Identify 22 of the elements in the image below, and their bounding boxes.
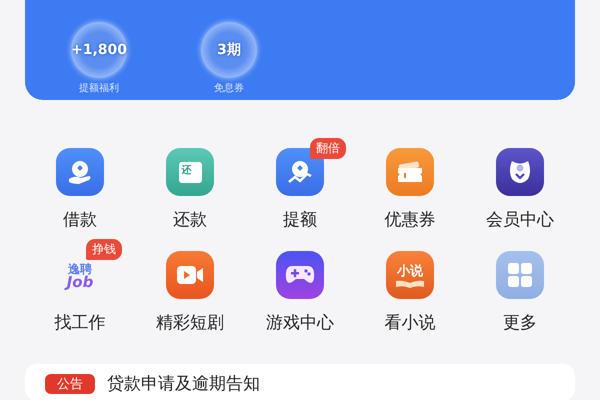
- notice-text[interactable]: 贷款申请及逾期告知: [107, 372, 260, 395]
- hand-coin-icon[interactable]: [56, 148, 104, 196]
- promo-badge: 翻倍: [310, 138, 346, 159]
- service-label[interactable]: 找工作: [54, 311, 106, 334]
- service-label[interactable]: 还款: [173, 208, 207, 231]
- service-label[interactable]: 优惠券: [384, 208, 436, 231]
- video-camera-icon[interactable]: [166, 251, 214, 299]
- perk-label: 免息券: [214, 82, 244, 95]
- job-logo[interactable]: 逸聘 Job: [56, 263, 104, 290]
- service-label[interactable]: 看小说: [384, 311, 436, 334]
- shield-icon[interactable]: [496, 148, 544, 196]
- gamepad-icon[interactable]: [276, 251, 324, 299]
- service-label[interactable]: 提额: [283, 208, 317, 231]
- perk-label: 提额福利: [79, 82, 119, 95]
- ticket-icon[interactable]: [386, 148, 434, 196]
- service-label[interactable]: 更多: [503, 311, 537, 334]
- service-label[interactable]: 会员中心: [486, 208, 554, 231]
- promo-badge: 挣钱: [86, 239, 122, 260]
- service-label[interactable]: 精彩短剧: [156, 311, 224, 334]
- notice-tag: 公告: [45, 374, 95, 394]
- service-label[interactable]: 游戏中心: [266, 311, 334, 334]
- service-label[interactable]: 借款: [63, 208, 97, 231]
